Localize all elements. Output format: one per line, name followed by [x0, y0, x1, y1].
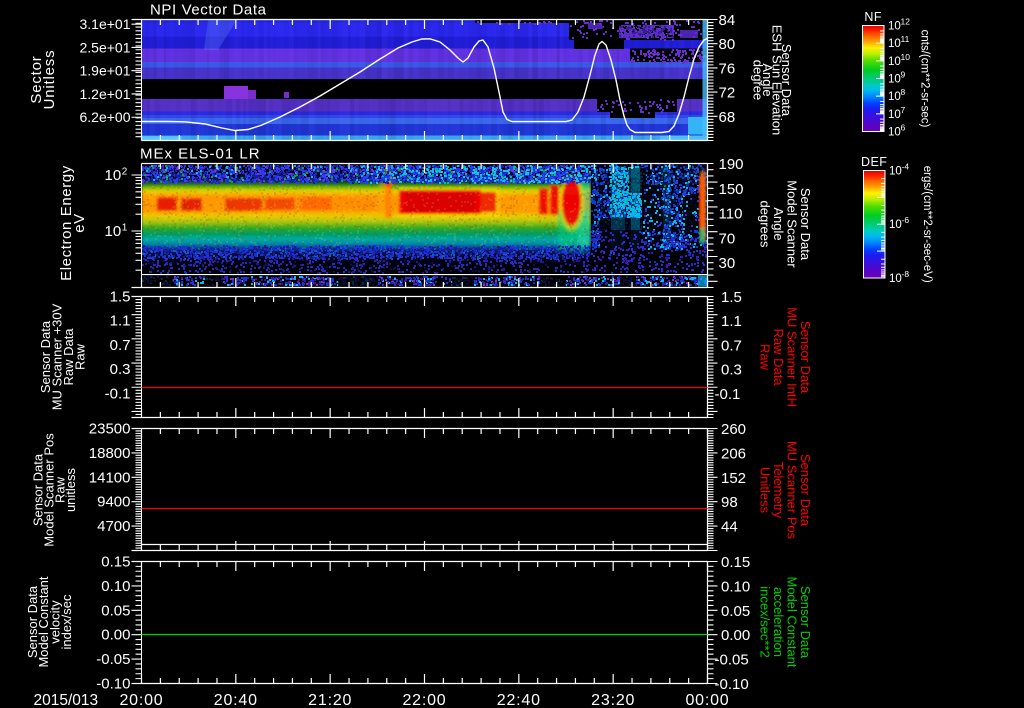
svg-text:0.15: 0.15: [101, 554, 130, 571]
svg-text:10: 10: [889, 273, 902, 285]
svg-text:MEx ELS-01 LR: MEx ELS-01 LR: [140, 146, 261, 163]
svg-text:30: 30: [719, 255, 736, 272]
svg-text:-0.05: -0.05: [715, 652, 749, 669]
svg-text:0.10: 0.10: [101, 578, 130, 595]
svg-text:ergs/(cm**2-sr-sec-eV): ergs/(cm**2-sr-sec-eV): [921, 166, 933, 283]
svg-text:8: 8: [901, 87, 906, 97]
svg-text:unitless: unitless: [63, 467, 78, 512]
svg-text:20:40: 20:40: [214, 692, 258, 708]
svg-text:9400: 9400: [97, 494, 130, 511]
svg-text:10: 10: [888, 74, 901, 86]
svg-text:1.2e+01: 1.2e+01: [80, 86, 131, 102]
svg-text:1.1: 1.1: [721, 313, 742, 330]
svg-text:2015/013: 2015/013: [34, 692, 99, 708]
svg-text:0.00: 0.00: [101, 627, 130, 644]
svg-text:84: 84: [719, 12, 736, 29]
svg-text:10: 10: [888, 38, 901, 50]
svg-text:0.7: 0.7: [721, 337, 742, 354]
svg-text:NPI Vector Data: NPI Vector Data: [150, 2, 267, 19]
svg-text:206: 206: [721, 445, 746, 462]
svg-text:10: 10: [889, 166, 902, 178]
svg-text:Unitless: Unitless: [758, 467, 773, 514]
svg-text:10: 10: [105, 167, 122, 184]
svg-text:260: 260: [721, 421, 746, 438]
svg-text:1.5: 1.5: [721, 289, 742, 306]
svg-text:0.15: 0.15: [721, 554, 750, 571]
svg-text:110: 110: [719, 206, 743, 223]
svg-text:-0.1: -0.1: [105, 385, 131, 402]
svg-text:22:00: 22:00: [402, 692, 446, 708]
svg-text:23500: 23500: [89, 421, 131, 438]
svg-text:11: 11: [901, 34, 910, 44]
svg-text:DEF: DEF: [861, 155, 888, 169]
svg-text:-0.05: -0.05: [96, 651, 130, 668]
svg-text:76: 76: [719, 60, 736, 77]
svg-text:cnts/(cm**2-sr-sec): cnts/(cm**2-sr-sec): [918, 30, 930, 128]
svg-text:Unitless: Unitless: [41, 50, 58, 110]
svg-text:incex/sec**2: incex/sec**2: [758, 586, 773, 658]
svg-text:10: 10: [901, 52, 911, 62]
svg-text:1.1: 1.1: [110, 313, 131, 330]
svg-text:1.5: 1.5: [110, 289, 131, 306]
svg-text:10: 10: [888, 109, 901, 121]
svg-text:6.2e+00: 6.2e+00: [80, 109, 131, 125]
svg-text:0.10: 0.10: [721, 578, 750, 595]
svg-text:-6: -6: [902, 215, 910, 225]
svg-text:4700: 4700: [97, 518, 130, 535]
svg-text:-0.10: -0.10: [715, 676, 749, 693]
svg-text:2: 2: [122, 166, 128, 177]
svg-text:23:20: 23:20: [591, 692, 635, 708]
svg-text:3.1e+01: 3.1e+01: [80, 16, 131, 32]
svg-text:0.05: 0.05: [721, 603, 750, 620]
svg-text:98: 98: [721, 494, 738, 511]
svg-text:-4: -4: [902, 162, 910, 172]
svg-text:degree: degree: [751, 60, 766, 100]
svg-text:0.3: 0.3: [721, 362, 742, 379]
svg-text:18800: 18800: [89, 445, 131, 462]
svg-text:190: 190: [719, 156, 744, 173]
svg-text:20:00: 20:00: [119, 692, 163, 708]
svg-text:10: 10: [888, 127, 901, 139]
svg-text:22:40: 22:40: [497, 692, 541, 708]
svg-text:index/sec: index/sec: [59, 594, 74, 649]
svg-text:-8: -8: [902, 269, 910, 279]
svg-text:Raw: Raw: [758, 344, 773, 371]
svg-text:2.5e+01: 2.5e+01: [80, 40, 131, 56]
svg-text:6: 6: [901, 123, 906, 133]
svg-text:9: 9: [901, 70, 906, 80]
svg-text:12: 12: [901, 17, 911, 27]
svg-text:1.9e+01: 1.9e+01: [80, 63, 131, 79]
svg-text:80: 80: [719, 36, 736, 53]
svg-text:10: 10: [888, 91, 901, 103]
svg-text:10: 10: [888, 56, 901, 68]
svg-text:0.05: 0.05: [101, 602, 130, 619]
svg-text:NF: NF: [864, 10, 882, 24]
svg-text:00:00: 00:00: [685, 692, 729, 708]
svg-text:0.00: 0.00: [721, 627, 750, 644]
svg-text:-0.10: -0.10: [96, 676, 130, 693]
svg-text:7: 7: [901, 105, 906, 115]
svg-text:21:20: 21:20: [308, 692, 352, 708]
svg-text:14100: 14100: [89, 469, 131, 486]
svg-text:10: 10: [105, 223, 122, 240]
svg-text:1: 1: [122, 222, 128, 233]
svg-text:44: 44: [721, 519, 738, 536]
svg-text:10: 10: [888, 21, 901, 33]
svg-text:0.3: 0.3: [110, 361, 131, 378]
svg-text:eV: eV: [71, 213, 88, 233]
svg-text:70: 70: [719, 230, 736, 247]
svg-text:10: 10: [889, 219, 902, 231]
svg-text:68: 68: [719, 109, 736, 126]
svg-text:Raw: Raw: [72, 343, 87, 370]
svg-text:0.7: 0.7: [110, 337, 131, 354]
svg-text:degrees: degrees: [758, 201, 773, 248]
svg-text:152: 152: [721, 470, 746, 487]
svg-text:-0.1: -0.1: [715, 386, 741, 403]
svg-text:72: 72: [719, 85, 736, 102]
svg-text:150: 150: [719, 181, 744, 198]
